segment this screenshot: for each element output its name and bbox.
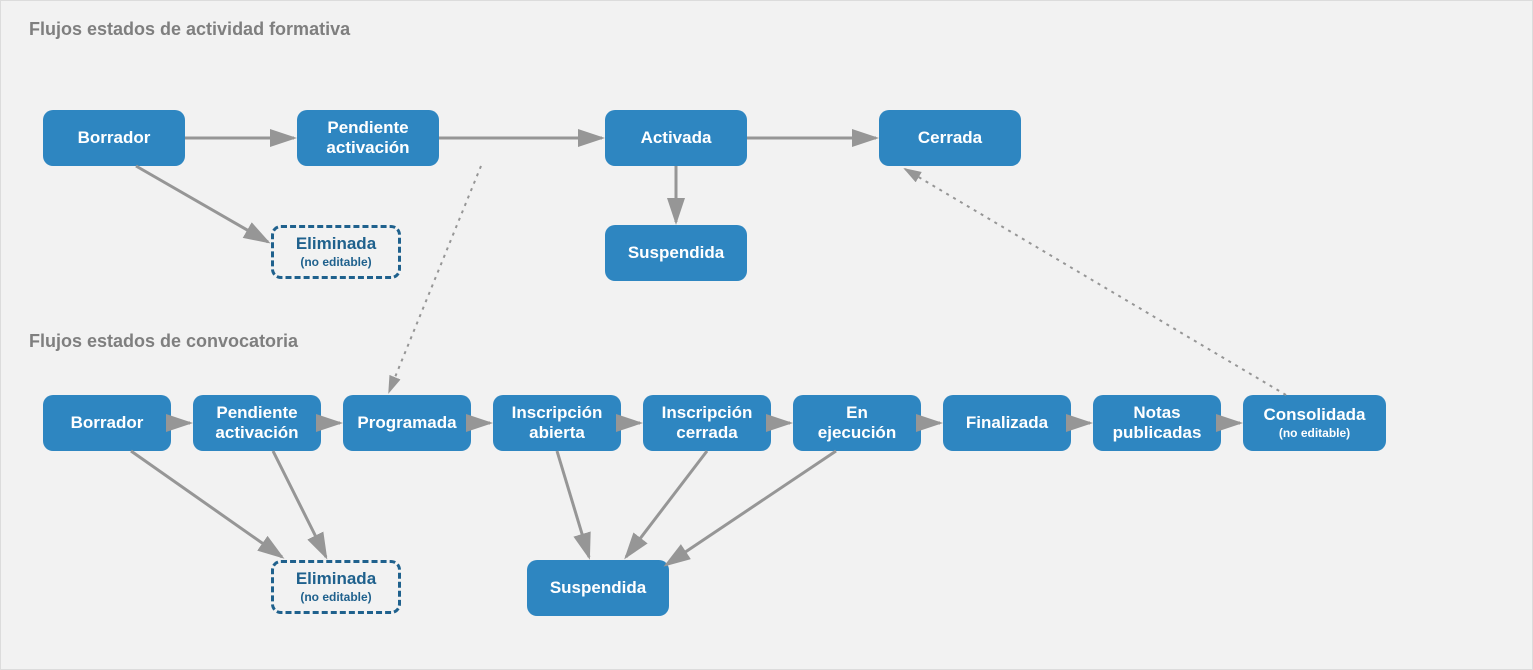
node-label: Suspendida (550, 578, 646, 598)
node-sublabel: (no editable) (1279, 427, 1350, 441)
node-label: Pendiente (327, 118, 408, 138)
node-label: Consolidada (1263, 405, 1365, 425)
node-label: abierta (529, 423, 585, 443)
node-label: Inscripción (662, 403, 753, 423)
node-label: Notas (1133, 403, 1180, 423)
node-conv-finalizada: Finalizada (943, 395, 1071, 451)
node-label: activación (215, 423, 298, 443)
heading-convocatoria: Flujos estados de convocatoria (29, 331, 298, 352)
node-conv-consolidada: Consolidada (no editable) (1243, 395, 1386, 451)
node-label: Pendiente (216, 403, 297, 423)
node-label: ejecución (818, 423, 896, 443)
node-conv-inscripcion-cerrada: Inscripción cerrada (643, 395, 771, 451)
node-label: Cerrada (918, 128, 982, 148)
node-label: publicadas (1113, 423, 1202, 443)
node-activity-eliminada: Eliminada (no editable) (271, 225, 401, 279)
node-activity-borrador: Borrador (43, 110, 185, 166)
node-label: Eliminada (296, 234, 376, 254)
node-label: Inscripción (512, 403, 603, 423)
node-label: En (846, 403, 868, 423)
node-label: Suspendida (628, 243, 724, 263)
node-label: cerrada (676, 423, 737, 443)
node-label: Borrador (78, 128, 151, 148)
node-label: Activada (641, 128, 712, 148)
node-sublabel: (no editable) (300, 256, 371, 270)
node-activity-activada: Activada (605, 110, 747, 166)
node-label: Programada (357, 413, 456, 433)
node-conv-suspendida: Suspendida (527, 560, 669, 616)
node-conv-eliminada: Eliminada (no editable) (271, 560, 401, 614)
node-sublabel: (no editable) (300, 591, 371, 605)
heading-activity: Flujos estados de actividad formativa (29, 19, 350, 40)
node-activity-pendiente-activacion: Pendiente activación (297, 110, 439, 166)
node-conv-notas-publicadas: Notas publicadas (1093, 395, 1221, 451)
node-activity-suspendida: Suspendida (605, 225, 747, 281)
node-label: Finalizada (966, 413, 1048, 433)
diagram-canvas: Flujos estados de actividad formativa Fl… (0, 0, 1533, 670)
node-conv-programada: Programada (343, 395, 471, 451)
node-conv-pendiente-activacion: Pendiente activación (193, 395, 321, 451)
node-conv-inscripcion-abierta: Inscripción abierta (493, 395, 621, 451)
node-label: Borrador (71, 413, 144, 433)
node-conv-borrador: Borrador (43, 395, 171, 451)
node-conv-en-ejecucion: En ejecución (793, 395, 921, 451)
node-label: Eliminada (296, 569, 376, 589)
node-label: activación (326, 138, 409, 158)
node-activity-cerrada: Cerrada (879, 110, 1021, 166)
